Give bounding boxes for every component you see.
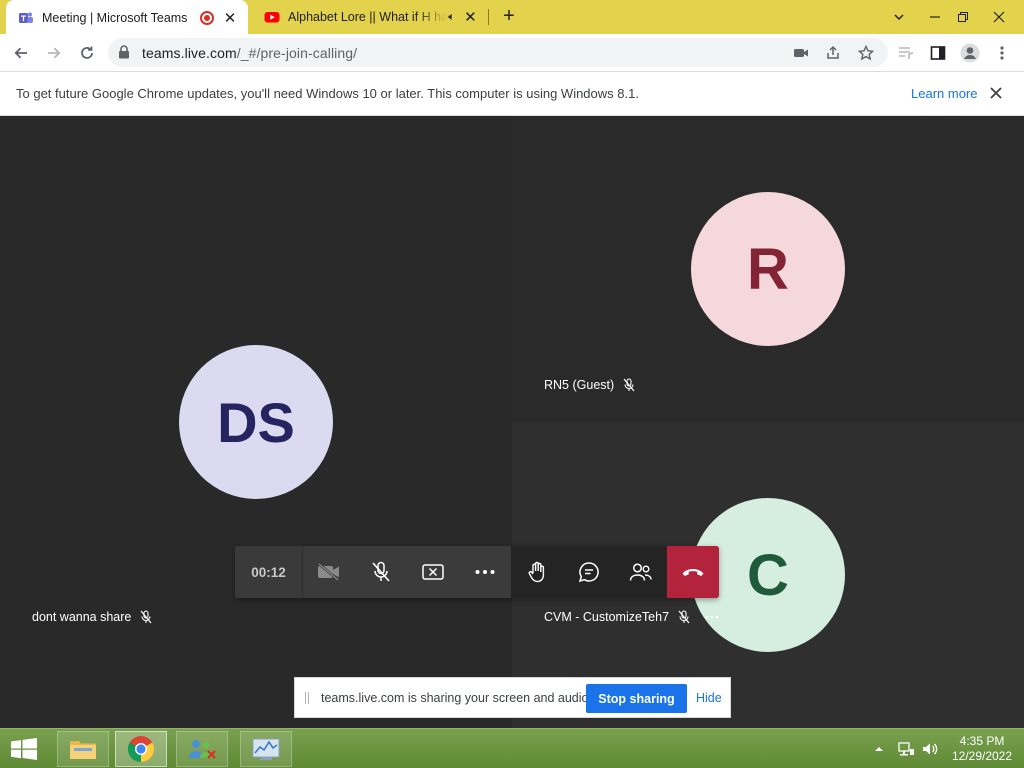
tab-title: Meeting | Microsoft Teams (42, 10, 188, 25)
tab-teams-meeting[interactable]: Meeting | Microsoft Teams ✕ (6, 0, 248, 35)
drag-handle-icon[interactable] (305, 692, 309, 704)
youtube-icon (264, 12, 280, 23)
tab-title: Alphabet Lore || What if H had (288, 10, 449, 24)
camera-toggle-button[interactable] (303, 546, 355, 598)
reload-icon[interactable] (74, 40, 100, 66)
share-screen-button[interactable] (407, 546, 459, 598)
tab-strip: Meeting | Microsoft Teams ✕ Alphabet Lor… (0, 0, 1024, 35)
tab-divider (488, 9, 489, 25)
hang-up-icon (682, 569, 704, 576)
clock-time: 4:35 PM (959, 734, 1005, 748)
close-infobar-icon[interactable] (990, 84, 1008, 102)
avatar-initials: C (747, 542, 789, 608)
mic-toggle-button[interactable] (355, 546, 407, 598)
chrome-menu-icon[interactable] (989, 40, 1015, 66)
close-tab-icon[interactable]: ✕ (461, 7, 480, 27)
leave-call-button[interactable] (667, 546, 719, 598)
network-app-taskbar-button[interactable] (176, 731, 228, 767)
participant-more-icon[interactable] (705, 615, 719, 619)
restore-icon[interactable] (946, 0, 980, 34)
side-panel-icon[interactable] (925, 40, 951, 66)
chat-icon (578, 562, 599, 583)
new-tab-button[interactable]: + (498, 6, 520, 28)
people-button[interactable] (615, 546, 667, 598)
profile-avatar-icon[interactable] (957, 40, 983, 66)
more-icon (475, 570, 495, 574)
browser-toolbar: teams.live.com/_#/pre-join-calling/ (0, 34, 1024, 71)
participant-name: RN5 (Guest) (544, 378, 615, 392)
media-control-icon[interactable] (893, 40, 919, 66)
participant-name: dont wanna share (32, 610, 132, 624)
mic-muted-icon (140, 610, 152, 624)
url-path: /_#/pre-join-calling/ (236, 45, 358, 61)
bookmark-star-icon[interactable] (856, 43, 876, 63)
participant-tile-r[interactable]: R RN5 (Guest) (512, 116, 1024, 422)
chrome-taskbar-button[interactable] (115, 731, 167, 767)
call-controls-bar: 00:12 (235, 546, 719, 598)
primary-controls (303, 546, 511, 598)
avatar-initials: R (747, 236, 789, 302)
forward-icon[interactable] (41, 40, 67, 66)
volume-icon[interactable] (921, 729, 939, 768)
windows-start-icon[interactable] (10, 738, 38, 760)
avatar: DS (179, 345, 333, 499)
raise-hand-icon (528, 561, 545, 583)
clock-date: 12/29/2022 (951, 749, 1013, 763)
network-people-icon (189, 740, 216, 759)
camera-in-use-icon[interactable] (791, 43, 811, 63)
participant-name-label: RN5 (Guest) (544, 378, 636, 392)
teams-icon (19, 12, 33, 23)
screen-sharing-banner: teams.live.com is sharing your screen an… (294, 677, 731, 718)
tab-search-icon[interactable] (882, 0, 916, 34)
system-clock[interactable]: 4:35 PM 12/29/2022 (944, 734, 1020, 764)
lock-icon[interactable] (118, 45, 130, 59)
tab-youtube[interactable]: Alphabet Lore || What if H had 🔈︎ ✕ (252, 0, 488, 34)
share-icon[interactable] (823, 43, 843, 63)
windows-taskbar: 4:35 PM 12/29/2022 (0, 728, 1024, 768)
mic-off-icon (372, 561, 390, 582)
raise-hand-button[interactable] (511, 546, 563, 598)
mic-muted-icon (678, 610, 690, 624)
speaker-icon[interactable]: 🔈︎ (448, 11, 455, 24)
people-icon (629, 563, 652, 581)
camera-off-icon (318, 563, 339, 581)
folder-icon (70, 741, 96, 759)
close-window-icon[interactable] (982, 0, 1016, 34)
stop-share-icon (422, 564, 444, 580)
file-explorer-taskbar-button[interactable] (57, 731, 109, 767)
task-manager-icon (252, 738, 280, 760)
avatar: R (691, 192, 845, 346)
network-status-icon[interactable] (897, 729, 915, 768)
show-hidden-icons[interactable] (874, 729, 884, 768)
more-options-button[interactable] (459, 546, 511, 598)
meeting-stage: DS dont wanna share R RN5 (Guest) C CVM … (0, 116, 1024, 728)
call-timer: 00:12 (235, 546, 303, 598)
close-tab-icon[interactable]: ✕ (220, 8, 240, 28)
mic-muted-icon (623, 378, 635, 392)
avatar-initials: DS (217, 390, 295, 454)
participant-name: CVM - CustomizeTeh7 (544, 610, 670, 624)
back-icon[interactable] (8, 40, 34, 66)
address-bar[interactable]: teams.live.com/_#/pre-join-calling/ (108, 38, 888, 67)
url-text[interactable]: teams.live.com/_#/pre-join-calling/ (142, 45, 357, 61)
sharing-message: teams.live.com is sharing your screen an… (321, 691, 592, 705)
task-manager-taskbar-button[interactable] (240, 731, 292, 767)
chat-button[interactable] (563, 546, 615, 598)
recording-icon (200, 10, 214, 25)
stop-sharing-button[interactable]: Stop sharing (586, 684, 687, 713)
hide-banner-link[interactable]: Hide (696, 691, 722, 705)
screen: Meeting | Microsoft Teams ✕ Alphabet Lor… (0, 0, 1024, 768)
infobar-message: To get future Google Chrome updates, you… (16, 86, 639, 101)
secondary-controls (511, 546, 719, 598)
participant-name-label: CVM - CustomizeTeh7 (544, 610, 719, 624)
chrome-icon (127, 736, 155, 763)
url-host: teams.live.com (142, 45, 237, 61)
update-infobar: To get future Google Chrome updates, you… (0, 71, 1024, 116)
learn-more-link[interactable]: Learn more (911, 86, 977, 101)
participant-tile-ds[interactable]: DS dont wanna share (0, 116, 512, 728)
participant-name-label: dont wanna share (32, 610, 153, 624)
